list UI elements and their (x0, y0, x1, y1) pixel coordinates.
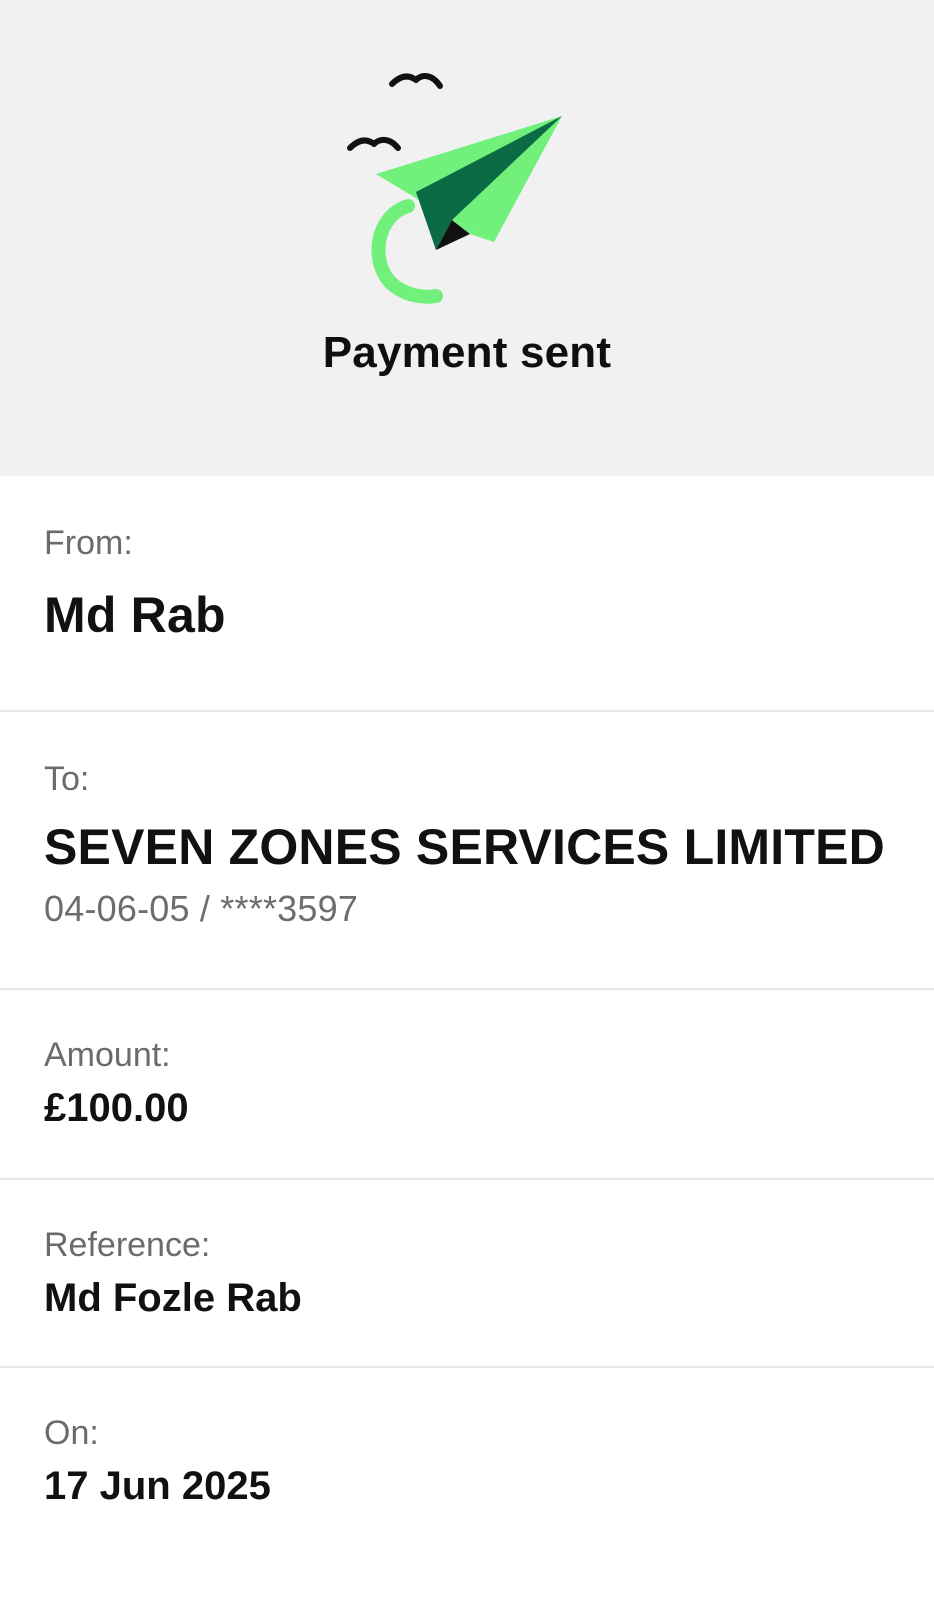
amount-label: Amount: (44, 1036, 171, 1074)
reference-label: Reference: (44, 1226, 211, 1264)
to-section: To: SEVEN ZONES SERVICES LIMITED 04-06-0… (0, 712, 934, 990)
to-account: 04-06-05 / ****3597 (44, 888, 359, 929)
from-name: Md Rab (44, 587, 226, 643)
to-name: SEVEN ZONES SERVICES LIMITED (44, 819, 885, 875)
amount-value: £100.00 (44, 1086, 189, 1130)
from-label: From: (44, 524, 133, 562)
date-value: 17 Jun 2025 (44, 1464, 271, 1508)
confirmation-header: Payment sent (0, 0, 934, 476)
to-label: To: (44, 760, 90, 798)
from-section: From: Md Rab (0, 476, 934, 712)
amount-section: Amount: £100.00 (0, 990, 934, 1180)
page-title: Payment sent (322, 328, 612, 377)
reference-section: Reference: Md Fozle Rab (0, 1180, 934, 1368)
date-label: On: (44, 1414, 99, 1452)
paper-plane-icon (347, 73, 562, 304)
reference-value: Md Fozle Rab (44, 1276, 302, 1320)
payment-confirmation-screen: Payment sent From: Md Rab To: SEVEN ZONE… (0, 0, 934, 1600)
date-section: On: 17 Jun 2025 (0, 1368, 934, 1600)
